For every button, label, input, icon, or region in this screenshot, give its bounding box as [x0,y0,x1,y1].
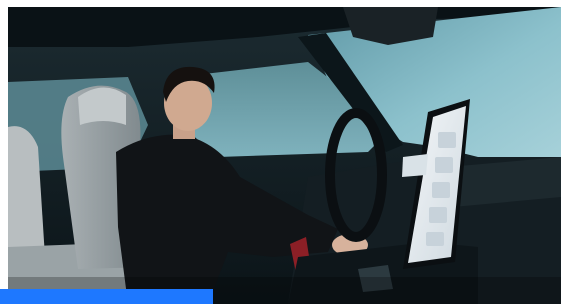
display-tile [435,157,453,173]
page-canvas [0,0,569,304]
display-tile [432,182,450,198]
car-interior-photo [8,7,561,304]
display-tile [438,132,456,148]
display-tile [429,207,447,223]
display-tile [426,232,444,246]
instrument-display [402,154,428,177]
blue-accent-bar [0,289,213,304]
headrest [78,87,126,125]
photo-illustration [8,7,561,304]
